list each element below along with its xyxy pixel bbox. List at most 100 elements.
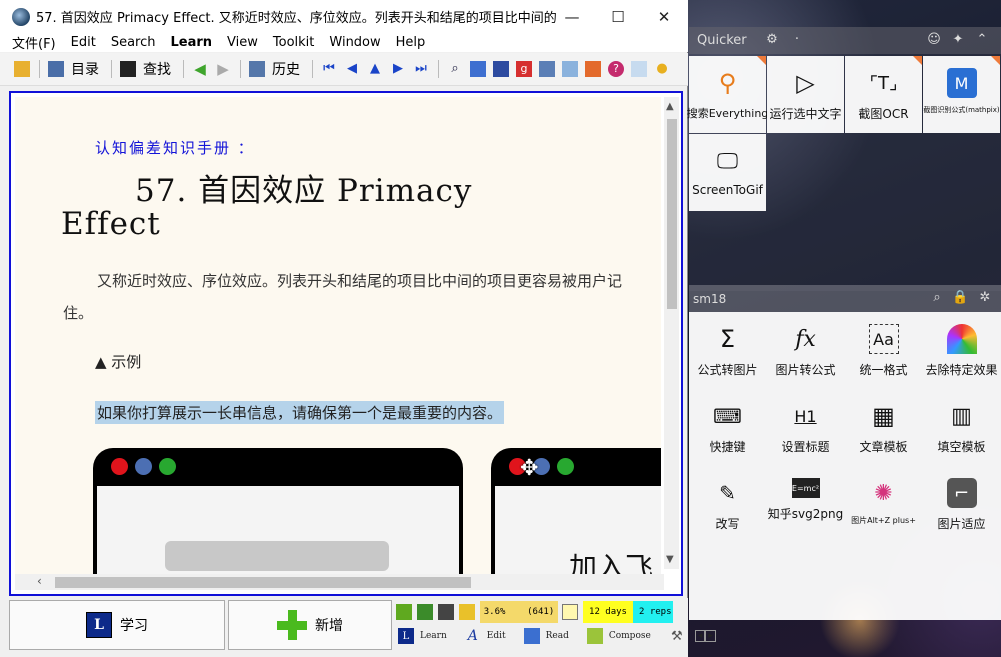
calendar-icon[interactable]: [562, 61, 578, 77]
action-search-everything[interactable]: ⚲ 搜索Everything: [687, 56, 768, 133]
previous-icon[interactable]: ◀: [344, 61, 360, 77]
clipboard-icon[interactable]: [417, 604, 433, 620]
parent-icon[interactable]: ▲: [367, 61, 383, 77]
action-set-heading[interactable]: H1 设置标题: [767, 389, 844, 466]
collapse-icon[interactable]: ⌃: [974, 32, 990, 48]
action-zhihu-svg2png[interactable]: E=mc² 知乎svg2png: [767, 466, 844, 543]
mockup-body: [97, 486, 459, 577]
contents-icon[interactable]: [48, 61, 64, 77]
mode-edit[interactable]: A Edit: [465, 628, 506, 644]
section-link[interactable]: 认知偏差知识手册 ：: [95, 137, 255, 158]
quicker-header[interactable]: Quicker ⚙ · ☺ ✦ ⌃: [689, 27, 1001, 54]
document-icon[interactable]: [438, 604, 454, 620]
action-fit-image[interactable]: ⌐ 图片适应: [923, 466, 1000, 543]
quicker-context-header[interactable]: sm18 ⌕ 🔒 ✲: [689, 285, 1001, 312]
article-view[interactable]: 认知偏差知识手册 ： 57. 首因效应 Primacy Effect 又称近时效…: [15, 97, 661, 577]
wrench-icon: ⚒: [670, 628, 683, 644]
lock-icon[interactable]: 🔒: [952, 290, 968, 306]
book-icon[interactable]: [493, 61, 509, 77]
status-row: 3.6% (641) 12 days 2 reps: [396, 601, 673, 623]
first-icon[interactable]: ⏮: [321, 61, 337, 77]
cloze-icon[interactable]: [459, 604, 475, 620]
add-button[interactable]: 新增: [228, 600, 392, 650]
action-remove-effects[interactable]: 去除特定效果: [923, 312, 1000, 389]
menu-search[interactable]: Search: [111, 35, 156, 50]
toolbar: 目录 查找 ◀ ▶ 历史 ⏮ ◀ ▲ ▶ ⏭ ⌕ g ? ●: [0, 53, 688, 86]
action-image-alt-z[interactable]: ✺ 图片Alt+Z plus+: [845, 466, 922, 543]
back-arrow-icon[interactable]: ◀: [192, 61, 208, 77]
action-formula-to-image[interactable]: Σ 公式转图片: [689, 312, 766, 389]
menu-file[interactable]: 文件(F): [12, 33, 56, 52]
help-icon[interactable]: ?: [608, 61, 624, 77]
mail-icon[interactable]: [539, 61, 555, 77]
camera-icon[interactable]: [249, 61, 265, 77]
learn-button[interactable]: L 学习: [9, 600, 225, 650]
search-icon[interactable]: ⌕: [447, 61, 463, 77]
search-icon[interactable]: ⌕: [929, 290, 945, 306]
rainbow-icon: [946, 324, 977, 354]
settings-icon[interactable]: ✲: [977, 290, 993, 306]
topic-icon[interactable]: [396, 604, 412, 620]
rewrite-icon: ✎: [719, 481, 736, 505]
menu-view[interactable]: View: [227, 35, 258, 50]
action-shortcuts[interactable]: ⌨ 快捷键: [689, 389, 766, 466]
heading-icon: H1: [794, 406, 817, 426]
browser-icon[interactable]: [470, 61, 486, 77]
google-icon[interactable]: g: [516, 61, 532, 77]
user-icon[interactable]: ☺: [926, 32, 942, 48]
pin-icon[interactable]: ✦: [950, 32, 966, 48]
title-bar[interactable]: 57. 首因效应 Primacy Effect. 又称近时效应、序位效应。列表开…: [0, 0, 688, 33]
close-button[interactable]: ✕: [641, 0, 687, 33]
action-image-to-formula[interactable]: fx 图片转公式: [767, 312, 844, 389]
blue-dot-icon: [135, 458, 152, 475]
action-run-selected-text[interactable]: ▷ 运行选中文字: [767, 56, 844, 133]
mode-row: L Learn A Edit Read Compose ⚒ ◂ ▸: [398, 628, 716, 644]
action-screenshot-ocr[interactable]: ⌜T⌟ 截图OCR: [845, 56, 922, 133]
action-screentogif[interactable]: 🖵 ScreenToGif: [689, 134, 766, 211]
stat-progress: 3.6% (641): [480, 601, 558, 623]
gear-icon[interactable]: ⚙: [764, 32, 780, 48]
lightbulb-icon[interactable]: ●: [654, 61, 670, 77]
menu-edit[interactable]: Edit: [71, 35, 96, 50]
scroll-down-icon[interactable]: ▼: [666, 554, 674, 565]
horizontal-scrollbar[interactable]: ‹: [15, 574, 664, 590]
menu-toolkit[interactable]: Toolkit: [273, 35, 315, 50]
scroll-left-icon[interactable]: ‹: [37, 574, 42, 588]
vertical-scroll-thumb[interactable]: [667, 119, 677, 309]
green-dot-icon: [557, 458, 574, 475]
menu-help[interactable]: Help: [396, 35, 426, 50]
action-cloze-template[interactable]: ▥ 填空模板: [923, 389, 1000, 466]
toolbar-scroll-right[interactable]: ▸: [705, 630, 716, 642]
action-unify-format[interactable]: Aa 统一格式: [845, 312, 922, 389]
tools-button[interactable]: ⚒: [669, 628, 691, 644]
menu-window[interactable]: Window: [329, 35, 380, 50]
contents-button[interactable]: 目录: [71, 59, 99, 79]
mode-compose[interactable]: Compose: [586, 628, 651, 644]
action-mathpix[interactable]: M 截图识别公式(mathpix): [923, 56, 1000, 133]
action-article-template[interactable]: ▦ 文章模板: [845, 389, 922, 466]
toolbar-scroll-left[interactable]: ◂: [694, 630, 706, 642]
minimize-button[interactable]: —: [549, 0, 595, 33]
open-folder-icon[interactable]: [14, 61, 30, 77]
maximize-button[interactable]: ☐: [595, 0, 641, 33]
monitor-icon[interactable]: [631, 61, 647, 77]
history-button[interactable]: 历史: [272, 59, 300, 79]
find-button[interactable]: 查找: [143, 59, 171, 79]
action-rewrite[interactable]: ✎ 改写: [689, 466, 766, 543]
lightbulb-icon[interactable]: [562, 604, 578, 620]
mode-learn[interactable]: L Learn: [398, 628, 447, 644]
palette-icon[interactable]: [585, 61, 601, 77]
scroll-up-icon[interactable]: ▲: [666, 101, 674, 112]
article-heading: 57. 首因效应 Primacy Effect: [61, 175, 621, 241]
element-content-frame: 认知偏差知识手册 ： 57. 首因效应 Primacy Effect 又称近时效…: [9, 91, 683, 596]
binoculars-icon[interactable]: [120, 61, 136, 77]
mode-read[interactable]: Read: [523, 628, 569, 644]
vertical-scrollbar[interactable]: ▲ ▼: [664, 97, 679, 569]
bottom-bar: L 学习 新增 3.6% (641) 12 days 2 reps L Learn…: [0, 598, 716, 657]
horizontal-scroll-thumb[interactable]: [55, 577, 471, 588]
monitor-icon: 🖵: [716, 148, 739, 174]
next-icon[interactable]: ▶: [390, 61, 406, 77]
last-icon[interactable]: ⏭: [413, 61, 429, 77]
menu-learn[interactable]: Learn: [170, 35, 212, 50]
forward-arrow-icon[interactable]: ▶: [215, 61, 231, 77]
